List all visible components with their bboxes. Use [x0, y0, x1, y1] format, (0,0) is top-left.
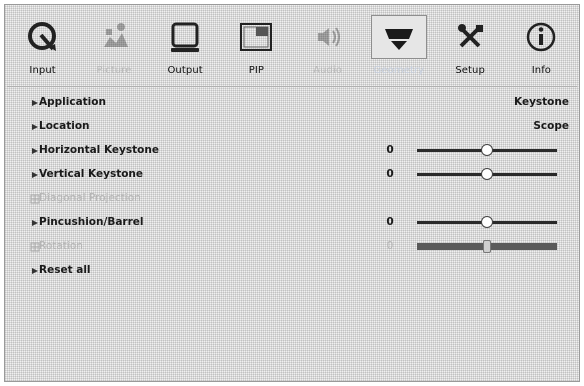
- slider-knob: [483, 240, 491, 253]
- horizontal-keystone-slider[interactable]: [417, 144, 557, 156]
- tab-picture[interactable]: Picture: [78, 7, 149, 85]
- diagonal-projection-label: Diagonal Projection: [39, 192, 141, 204]
- tab-setup[interactable]: Setup: [435, 7, 506, 85]
- tab-info[interactable]: Info: [506, 7, 577, 85]
- input-icon: [15, 15, 71, 59]
- main-toolbar: Input Picture Output PIP Audio Geometry …: [7, 7, 577, 85]
- menu-row-rotation: Rotation 0: [5, 235, 579, 259]
- pip-icon: [228, 15, 284, 59]
- application-label: Application: [39, 96, 106, 108]
- rotation-value: 0: [386, 240, 394, 252]
- menu-row-location[interactable]: Location Scope: [5, 115, 579, 139]
- pincushion-barrel-value: 0: [386, 216, 394, 228]
- application-value: Keystone: [514, 96, 569, 108]
- rotation-label: Rotation: [39, 240, 83, 252]
- tab-pip-label: PIP: [248, 65, 265, 76]
- tab-output-label: Output: [167, 65, 203, 76]
- tab-info-label: Info: [531, 65, 552, 76]
- horizontal-keystone-label: Horizontal Keystone: [39, 144, 159, 156]
- horizontal-keystone-value: 0: [386, 144, 394, 156]
- audio-icon: [300, 15, 356, 59]
- menu-row-reset-all[interactable]: Reset all: [5, 259, 579, 283]
- vertical-keystone-slider[interactable]: [417, 168, 557, 180]
- menu-row-horizontal-keystone[interactable]: Horizontal Keystone 0: [5, 139, 579, 163]
- setup-icon: [442, 15, 498, 59]
- tab-audio[interactable]: Audio: [292, 7, 363, 85]
- picture-icon: [86, 15, 142, 59]
- info-icon: [513, 15, 569, 59]
- tab-input[interactable]: Input: [7, 7, 78, 85]
- rotation-slider: [417, 240, 557, 253]
- tab-geometry-label: Geometry: [373, 65, 425, 76]
- vertical-keystone-value: 0: [386, 168, 394, 180]
- output-icon: [157, 15, 213, 59]
- tab-input-label: Input: [29, 65, 56, 76]
- slider-knob[interactable]: [481, 168, 493, 180]
- geometry-menu: Application Keystone Location Scope Hori…: [5, 91, 579, 283]
- pincushion-barrel-label: Pincushion/Barrel: [39, 216, 144, 228]
- tab-geometry[interactable]: Geometry: [363, 7, 434, 85]
- tab-setup-label: Setup: [455, 65, 485, 76]
- geometry-icon: [370, 15, 427, 59]
- toolbar-divider: [7, 86, 577, 87]
- tab-picture-label: Picture: [96, 65, 132, 76]
- location-label: Location: [39, 120, 90, 132]
- menu-row-diagonal-projection: Diagonal Projection: [5, 187, 579, 211]
- geometry-settings-panel: Input Picture Output PIP Audio Geometry …: [4, 4, 580, 382]
- pincushion-barrel-slider[interactable]: [417, 216, 557, 228]
- tab-audio-label: Audio: [313, 65, 343, 76]
- reset-all-label: Reset all: [39, 264, 91, 276]
- tab-output[interactable]: Output: [150, 7, 221, 85]
- tab-pip[interactable]: PIP: [221, 7, 292, 85]
- location-value: Scope: [533, 120, 569, 132]
- slider-knob[interactable]: [481, 216, 493, 228]
- menu-row-pincushion-barrel[interactable]: Pincushion/Barrel 0: [5, 211, 579, 235]
- slider-knob[interactable]: [481, 144, 493, 156]
- menu-row-application[interactable]: Application Keystone: [5, 91, 579, 115]
- menu-row-vertical-keystone[interactable]: Vertical Keystone 0: [5, 163, 579, 187]
- vertical-keystone-label: Vertical Keystone: [39, 168, 144, 180]
